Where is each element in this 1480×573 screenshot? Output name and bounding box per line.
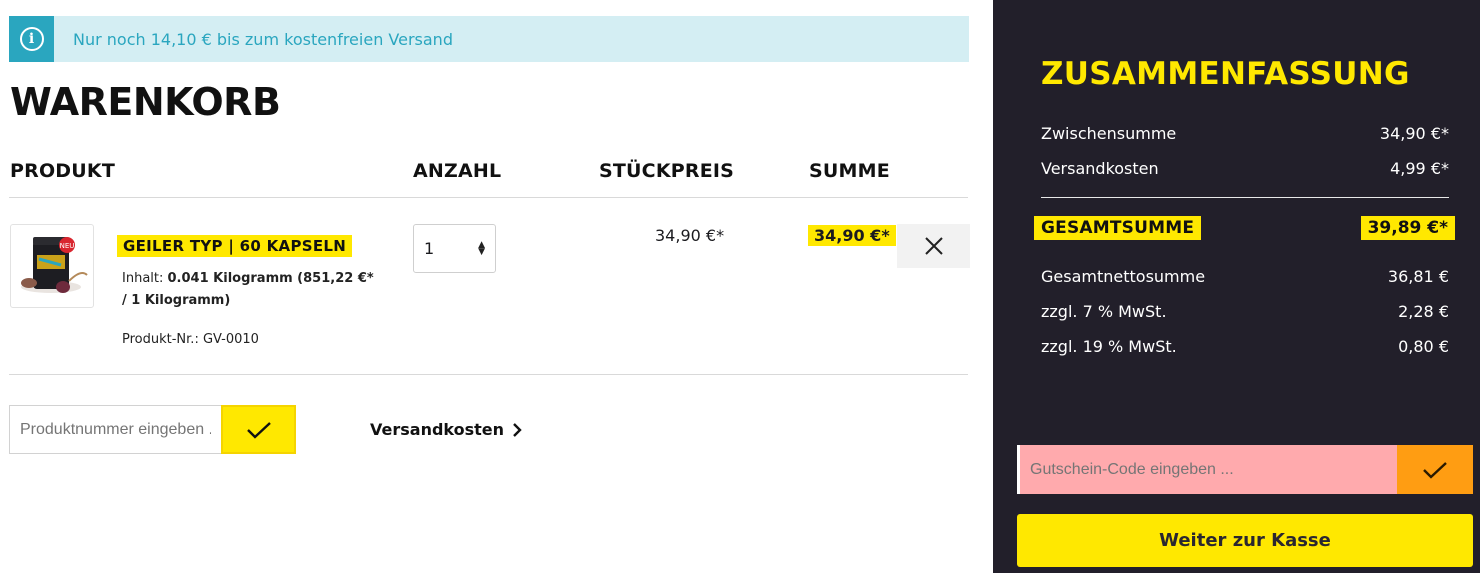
svg-text:NEU: NEU: [60, 242, 75, 250]
product-name[interactable]: GEILER TYP | 60 KAPSELN: [117, 235, 353, 257]
product-number-input[interactable]: [9, 405, 221, 454]
shipping-value: 4,99 €*: [1390, 159, 1449, 178]
sort-arrows-icon: ▲ ▼: [478, 239, 485, 257]
vat7-label: zzgl. 7 % MwSt.: [1041, 302, 1167, 321]
remove-item-button[interactable]: [897, 224, 970, 268]
product-image-graphic: NEU: [21, 237, 88, 293]
info-icon: i: [19, 27, 44, 51]
column-header-total: SUMME: [809, 160, 890, 182]
net-total-label: Gesamtnettosumme: [1041, 267, 1206, 286]
checkmark-icon: [246, 421, 271, 439]
shipping-costs-label: Versandkosten: [370, 420, 505, 439]
close-icon: [924, 237, 943, 255]
grand-total-value: 39,89 €*: [1360, 216, 1455, 240]
product-content: Inhalt: 0.041 Kilogramm (851,22 €* / 1 K…: [122, 268, 382, 312]
apply-voucher-button[interactable]: [1397, 445, 1473, 494]
subtotal-row: Zwischensumme 34,90 €*: [1041, 124, 1449, 143]
chevron-right-icon: [513, 422, 522, 437]
line-total: 34,90 €*: [808, 225, 896, 246]
column-header-product: PRODUKT: [10, 160, 115, 182]
shipping-row: Versandkosten 4,99 €*: [1041, 159, 1449, 178]
header-divider: [9, 197, 968, 198]
grand-total-label: GESAMTSUMME: [1034, 216, 1202, 240]
subtotal-label: Zwischensumme: [1041, 124, 1177, 143]
product-image[interactable]: NEU: [10, 224, 94, 308]
product-content-label: Inhalt:: [122, 271, 164, 286]
shipping-notice-text: Nur noch 14,10 € bis zum kostenfreien Ve…: [73, 29, 453, 49]
summary-title: ZUSAMMENFASSUNG: [1041, 56, 1410, 92]
item-divider: [9, 374, 968, 375]
vat7-value: 2,28 €: [1398, 302, 1449, 321]
net-total-value: 36,81 €: [1387, 267, 1449, 286]
product-number: Produkt-Nr.: GV-0010: [122, 332, 259, 347]
shipping-costs-link[interactable]: Versandkosten: [370, 420, 522, 439]
add-product-button[interactable]: [221, 405, 296, 454]
summary-divider: [1041, 197, 1449, 198]
column-header-quantity: ANZAHL: [413, 160, 502, 182]
vat7-row: zzgl. 7 % MwSt. 2,28 €: [1041, 302, 1449, 321]
unit-price: 34,90 €*: [655, 226, 725, 245]
vat19-label: zzgl. 19 % MwSt.: [1041, 337, 1177, 356]
info-icon-container: i: [9, 16, 54, 62]
order-summary-panel: ZUSAMMENFASSUNG Zwischensumme 34,90 €* V…: [993, 0, 1480, 573]
net-total-row: Gesamtnettosumme 36,81 €: [1041, 267, 1449, 286]
page-title: WARENKORB: [10, 80, 281, 124]
voucher-code-input[interactable]: [1017, 445, 1397, 494]
quantity-value: 1: [424, 239, 435, 258]
subtotal-value: 34,90 €*: [1379, 124, 1449, 143]
checkout-button[interactable]: Weiter zur Kasse: [1017, 514, 1473, 567]
shipping-label: Versandkosten: [1041, 159, 1159, 178]
column-header-unit-price: STÜCKPREIS: [599, 160, 735, 182]
checkmark-icon: [1423, 461, 1447, 479]
shipping-notice: i Nur noch 14,10 € bis zum kostenfreien …: [9, 16, 969, 62]
quantity-select[interactable]: 1 ▲ ▼: [413, 224, 496, 273]
vat19-value: 0,80 €: [1398, 337, 1449, 356]
vat19-row: zzgl. 19 % MwSt. 0,80 €: [1041, 337, 1449, 356]
